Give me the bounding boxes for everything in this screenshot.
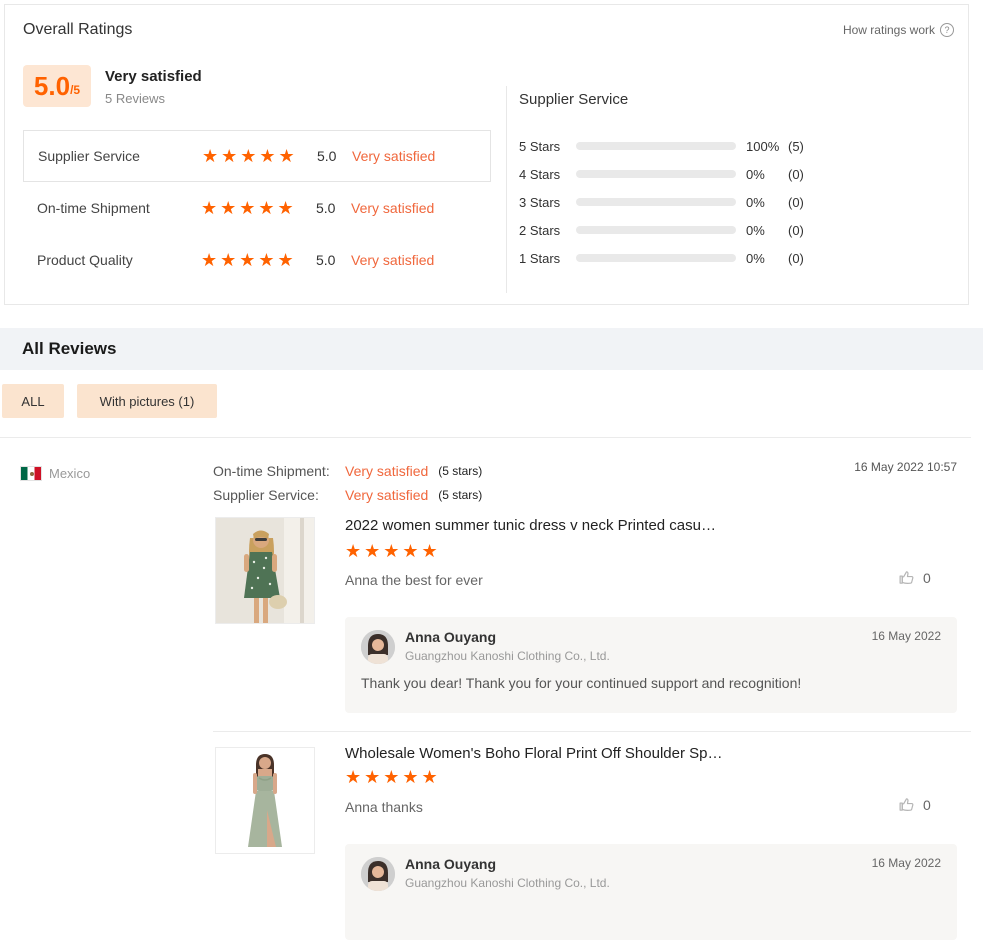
metric-score: 5.0 — [316, 252, 336, 268]
supplier-ratings-page: Overall Ratings How ratings work 5.0 /5 … — [0, 0, 983, 940]
breakdown-label: 3 Stars — [519, 194, 561, 210]
attribute-label: On-time Shipment: — [213, 463, 330, 479]
filter-with-pictures-button[interactable]: With pictures (1) — [77, 384, 217, 418]
reply-text: Thank you dear! Thank you for your conti… — [361, 675, 802, 691]
all-reviews-header: All Reviews — [0, 328, 983, 370]
reply-date: 16 May 2022 — [871, 629, 941, 643]
metric-score: 5.0 — [316, 200, 336, 216]
avatar — [361, 630, 395, 664]
reviewer-country: Mexico — [20, 466, 90, 481]
metric-verdict: Very satisfied — [352, 148, 436, 164]
reply-date: 16 May 2022 — [871, 856, 941, 870]
helpful-button[interactable]: 0 — [898, 569, 931, 586]
metric-label: Product Quality — [37, 252, 133, 268]
overall-review-count: 5 Reviews — [105, 91, 165, 106]
breakdown-count: (0) — [788, 250, 804, 266]
product-image[interactable] — [215, 747, 315, 854]
attribute-verdict: Very satisfied — [345, 487, 429, 503]
star-rating-icon: ★★★★★ — [202, 145, 298, 166]
product-photo-outdoor — [216, 518, 314, 623]
divider — [0, 437, 971, 438]
product-title-link[interactable]: 2022 women summer tunic dress v neck Pri… — [345, 517, 905, 534]
metric-label: Supplier Service — [38, 148, 140, 164]
breakdown-percent: 100% — [746, 138, 780, 154]
breakdown-label: 1 Stars — [519, 250, 561, 266]
star-rating-icon: ★★★★★ — [201, 197, 297, 218]
replier-name: Anna Ouyang — [405, 856, 497, 872]
metric-row-on-time-shipment[interactable]: On-time Shipment ★★★★★ 5.0 Very satisfie… — [23, 182, 491, 234]
review-attributes: On-time Shipment: Very satisfied (5 star… — [213, 459, 482, 507]
review-date: 16 May 2022 10:57 — [854, 460, 957, 474]
card-divider — [506, 86, 507, 293]
review-comment: Anna thanks — [345, 799, 423, 815]
attribute-row: Supplier Service: Very satisfied (5 star… — [213, 483, 482, 507]
mexico-flag-icon — [20, 466, 42, 481]
thumbs-up-icon — [898, 569, 915, 586]
rating-bar — [576, 142, 736, 150]
supplier-reply: Anna Ouyang Guangzhou Kanoshi Clothing C… — [345, 844, 957, 940]
question-circle-icon — [940, 23, 954, 37]
attribute-verdict: Very satisfied — [345, 463, 429, 479]
breakdown-label: 5 Stars — [519, 138, 561, 154]
breakdown-row-1-stars: 1 Stars 0% (0) — [519, 244, 839, 272]
rating-bar — [576, 226, 736, 234]
all-reviews-title: All Reviews — [22, 339, 117, 358]
attribute-row: On-time Shipment: Very satisfied (5 star… — [213, 459, 482, 483]
replier-name: Anna Ouyang — [405, 629, 497, 645]
replier-company: Guangzhou Kanoshi Clothing Co., Ltd. — [405, 649, 610, 663]
thumbs-up-icon — [898, 796, 915, 813]
product-image[interactable] — [215, 517, 315, 624]
star-rating-icon: ★★★★★ — [345, 767, 441, 787]
breakdown-row-5-stars: 5 Stars 100% (5) — [519, 132, 839, 160]
avatar — [361, 857, 395, 891]
rating-bar — [576, 198, 736, 206]
rating-bar — [576, 170, 736, 178]
metric-label: On-time Shipment — [37, 200, 150, 216]
metric-score: 5.0 — [317, 148, 337, 164]
overall-verdict: Very satisfied — [105, 68, 202, 85]
product-photo-studio — [216, 748, 314, 853]
how-ratings-work-label: How ratings work — [842, 23, 935, 37]
breakdown-count: (0) — [788, 222, 804, 238]
breakdown-row-2-stars: 2 Stars 0% (0) — [519, 216, 839, 244]
breakdown-row-4-stars: 4 Stars 0% (0) — [519, 160, 839, 188]
breakdown-count: (0) — [788, 194, 804, 210]
filter-all-button[interactable]: ALL — [2, 384, 64, 418]
breakdown-count: (0) — [788, 166, 804, 182]
divider — [213, 731, 971, 732]
supplier-reply: Anna Ouyang Guangzhou Kanoshi Clothing C… — [345, 617, 957, 713]
overall-score-max: /5 — [70, 83, 81, 97]
country-name: Mexico — [49, 466, 91, 481]
star-rating-icon: ★★★★★ — [201, 249, 297, 270]
overall-ratings-title: Overall Ratings — [23, 21, 133, 38]
breakdown-title: Supplier Service — [519, 91, 629, 108]
overall-ratings-card: Overall Ratings How ratings work 5.0 /5 … — [4, 4, 969, 305]
breakdown-percent: 0% — [746, 250, 765, 266]
rating-bar — [576, 254, 736, 262]
breakdown-percent: 0% — [746, 194, 765, 210]
breakdown-label: 4 Stars — [519, 166, 561, 182]
metric-verdict: Very satisfied — [351, 200, 435, 216]
metric-row-supplier-service[interactable]: Supplier Service ★★★★★ 5.0 Very satisfie… — [23, 130, 491, 182]
overall-score-value: 5.0 — [33, 70, 71, 101]
product-title-link[interactable]: Wholesale Women's Boho Floral Print Off … — [345, 745, 905, 762]
attribute-stars-note: (5 stars) — [438, 464, 483, 478]
metric-row-product-quality[interactable]: Product Quality ★★★★★ 5.0 Very satisfied — [23, 234, 491, 286]
like-count: 0 — [923, 796, 931, 813]
breakdown-percent: 0% — [746, 166, 765, 182]
overall-score-badge: 5.0 /5 — [23, 65, 91, 107]
breakdown-row-3-stars: 3 Stars 0% (0) — [519, 188, 839, 216]
breakdown-percent: 0% — [746, 222, 765, 238]
breakdown-label: 2 Stars — [519, 222, 561, 238]
star-rating-icon: ★★★★★ — [345, 541, 441, 561]
helpful-button[interactable]: 0 — [898, 796, 931, 813]
how-ratings-work-link[interactable]: How ratings work — [843, 23, 954, 37]
review-comment: Anna the best for ever — [345, 572, 483, 588]
like-count: 0 — [923, 569, 931, 586]
breakdown-count: (5) — [788, 138, 804, 154]
attribute-label: Supplier Service: — [213, 487, 319, 503]
metric-verdict: Very satisfied — [351, 252, 435, 268]
attribute-stars-note: (5 stars) — [438, 488, 483, 502]
